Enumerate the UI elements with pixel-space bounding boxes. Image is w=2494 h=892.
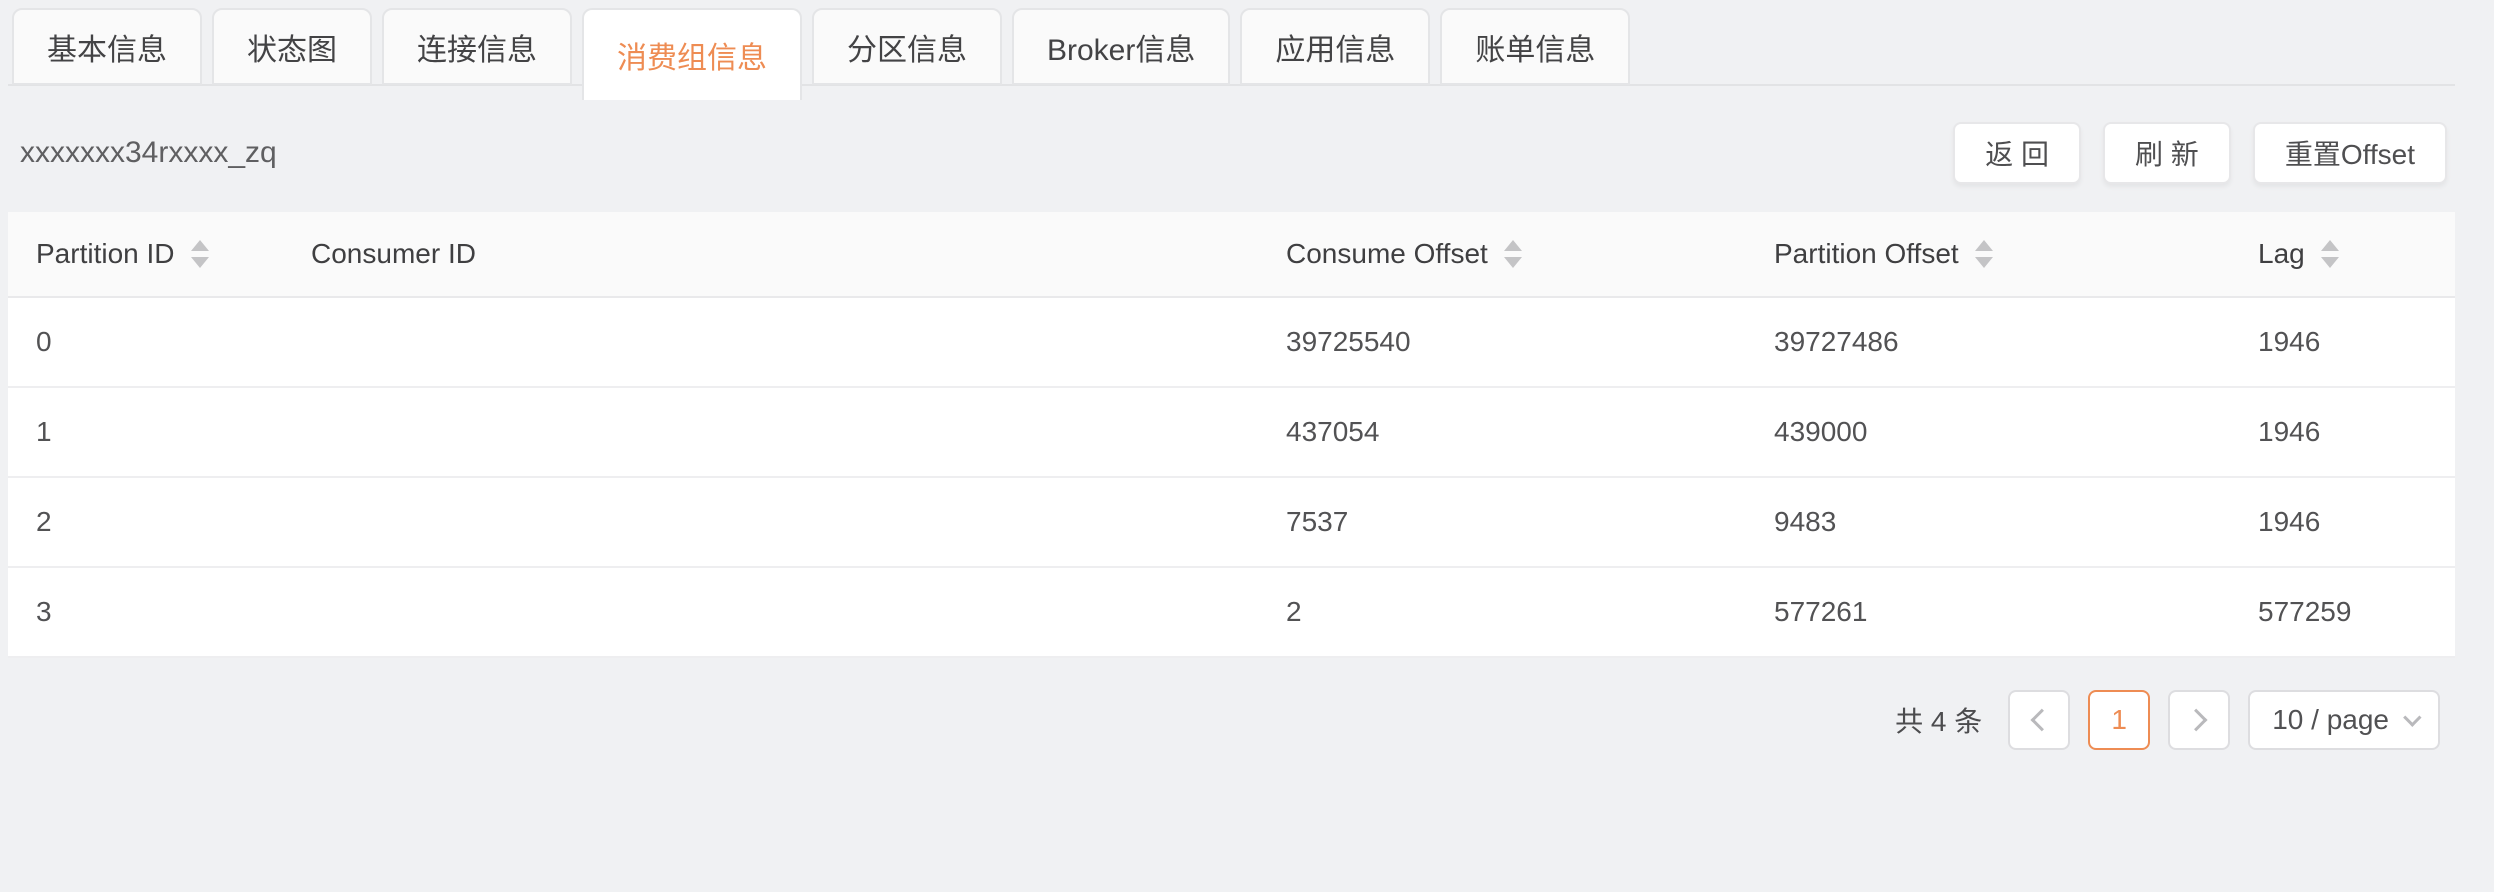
tab-bar: 基本信息 状态图 连接信息 消费组信息 分区信息 Broker信息 应用信息 账… <box>0 0 2494 100</box>
cell-consume-offset: 2 <box>1258 596 1746 628</box>
table-body: 0 39725540 39727486 1946 1 437054 439000… <box>8 298 2455 658</box>
table-row: 2 7537 9483 1946 <box>8 478 2455 568</box>
reset-offset-button[interactable]: 重置Offset <box>2253 122 2447 184</box>
pagination-total: 共 4 条 <box>1895 700 1982 740</box>
column-header-partition-offset: Partition Offset <box>1746 238 2230 270</box>
refresh-button[interactable]: 刷 新 <box>2103 122 2231 184</box>
prev-page-button[interactable] <box>2008 690 2070 750</box>
cell-lag: 1946 <box>2230 326 2455 358</box>
sort-caret-down-icon <box>2321 257 2339 268</box>
sort-caret-up-icon <box>191 240 209 251</box>
page-size-value: 10 / page <box>2272 704 2389 736</box>
column-header-lag: Lag <box>2230 238 2455 270</box>
cell-consume-offset: 437054 <box>1258 416 1746 448</box>
cell-lag: 1946 <box>2230 416 2455 448</box>
chevron-right-icon <box>2185 709 2208 732</box>
table-row: 1 437054 439000 1946 <box>8 388 2455 478</box>
pagination: 共 4 条 1 10 / page <box>0 690 2494 750</box>
sort-control[interactable] <box>1504 240 1522 268</box>
consumer-group-page: 基本信息 状态图 连接信息 消费组信息 分区信息 Broker信息 应用信息 账… <box>0 0 2494 892</box>
column-label: Partition Offset <box>1774 238 1959 270</box>
column-label: Partition ID <box>36 238 175 270</box>
tab-billing-info[interactable]: 账单信息 <box>1440 8 1630 85</box>
page-size-select[interactable]: 10 / page <box>2248 690 2440 750</box>
cell-partition-id: 3 <box>8 596 283 628</box>
table-row: 3 2 577261 577259 <box>8 568 2455 658</box>
sort-caret-down-icon <box>1504 257 1522 268</box>
next-page-button[interactable] <box>2168 690 2230 750</box>
tab-app-info[interactable]: 应用信息 <box>1240 8 1430 85</box>
sort-control[interactable] <box>2321 240 2339 268</box>
sort-caret-down-icon <box>1975 257 1993 268</box>
topic-title: xxxxxxx34rxxxx_zq <box>20 136 277 170</box>
column-label: Consume Offset <box>1286 238 1488 270</box>
tab-consumer-group-info[interactable]: 消费组信息 <box>582 8 802 100</box>
cell-partition-id: 1 <box>8 416 283 448</box>
chevron-left-icon <box>2031 709 2054 732</box>
sort-caret-up-icon <box>1975 240 1993 251</box>
table-row: 0 39725540 39727486 1946 <box>8 298 2455 388</box>
table-header: Partition ID Consumer ID Consume Offset <box>8 212 2455 298</box>
column-label: Lag <box>2258 238 2305 270</box>
cell-consume-offset: 39725540 <box>1258 326 1746 358</box>
cell-partition-offset: 577261 <box>1746 596 2230 628</box>
tab-status-chart[interactable]: 状态图 <box>212 8 372 85</box>
tab-connection-info[interactable]: 连接信息 <box>382 8 572 85</box>
column-label: Consumer ID <box>311 238 476 270</box>
tab-partition-info[interactable]: 分区信息 <box>812 8 1002 85</box>
sort-caret-up-icon <box>1504 240 1522 251</box>
cell-lag: 1946 <box>2230 506 2455 538</box>
table-header-row: Partition ID Consumer ID Consume Offset <box>8 212 2455 298</box>
cell-partition-offset: 439000 <box>1746 416 2230 448</box>
sort-caret-up-icon <box>2321 240 2339 251</box>
cell-lag: 577259 <box>2230 596 2455 628</box>
column-header-consume-offset: Consume Offset <box>1258 238 1746 270</box>
cell-partition-offset: 9483 <box>1746 506 2230 538</box>
tab-basic-info[interactable]: 基本信息 <box>12 8 202 85</box>
page-number-button[interactable]: 1 <box>2088 690 2150 750</box>
cell-consume-offset: 7537 <box>1258 506 1746 538</box>
cell-partition-offset: 39727486 <box>1746 326 2230 358</box>
cell-partition-id: 2 <box>8 506 283 538</box>
column-header-partition-id: Partition ID <box>8 238 283 270</box>
sort-control[interactable] <box>1975 240 1993 268</box>
toolbar: xxxxxxx34rxxxx_zq 返 回 刷 新 重置Offset <box>0 110 2494 196</box>
tab-broker-info[interactable]: Broker信息 <box>1012 8 1230 85</box>
cell-partition-id: 0 <box>8 326 283 358</box>
toolbar-actions: 返 回 刷 新 重置Offset <box>1953 122 2447 184</box>
column-header-consumer-id: Consumer ID <box>283 238 1258 270</box>
sort-control[interactable] <box>191 240 209 268</box>
back-button[interactable]: 返 回 <box>1953 122 2081 184</box>
chevron-down-icon <box>2403 708 2421 726</box>
sort-caret-down-icon <box>191 257 209 268</box>
consumer-group-table: Partition ID Consumer ID Consume Offset <box>8 212 2455 658</box>
